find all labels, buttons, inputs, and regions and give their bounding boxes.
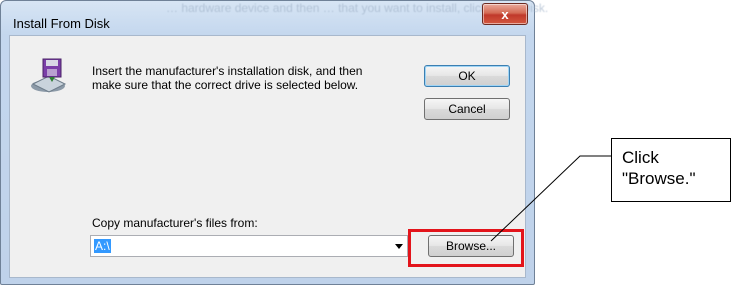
cancel-button[interactable]: Cancel bbox=[424, 98, 510, 120]
window-title: Install From Disk bbox=[13, 16, 110, 31]
instruction-text: Insert the manufacturer's installation d… bbox=[92, 64, 363, 92]
copy-from-combobox[interactable]: A:\ bbox=[90, 235, 408, 257]
callout-box: Click "Browse." bbox=[611, 138, 731, 202]
path-value[interactable]: A:\ bbox=[94, 239, 111, 253]
chevron-down-icon[interactable] bbox=[395, 244, 403, 249]
ok-button[interactable]: OK bbox=[424, 65, 510, 87]
copy-from-label: Copy manufacturer's files from: bbox=[92, 216, 258, 230]
browse-highlight-box bbox=[408, 229, 524, 267]
close-icon: x bbox=[501, 6, 509, 22]
close-button[interactable]: x bbox=[482, 3, 528, 25]
title-bar: … hardware device and then … that you wa… bbox=[1, 1, 548, 35]
install-disk-icon bbox=[31, 58, 67, 93]
